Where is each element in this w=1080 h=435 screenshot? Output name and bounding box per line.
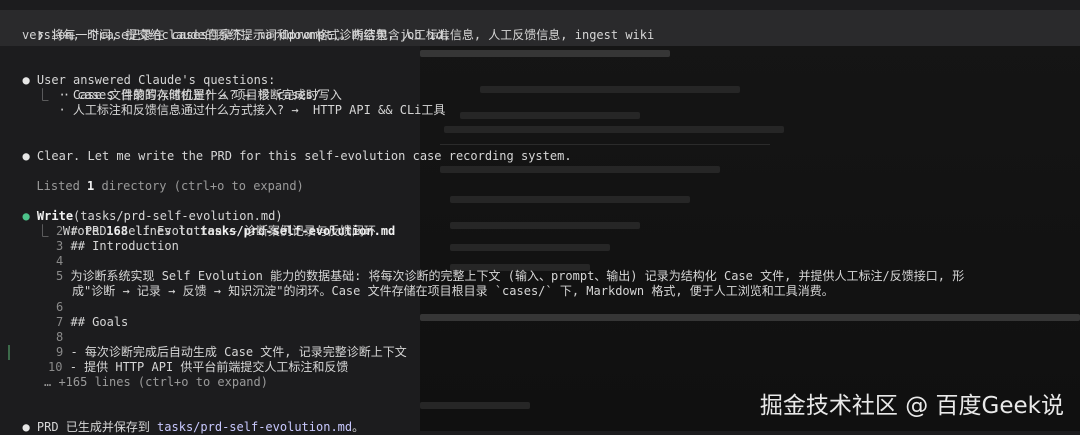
- line-number: 8: [56, 330, 64, 344]
- file-line: 8: [56, 330, 70, 345]
- prompt-line-2: version, 时间, 提交给claude的系统提示词和prompt,诊断结果…: [22, 28, 655, 42]
- line-number: 6: [56, 300, 64, 314]
- clear-row: ● Clear. Let me write the PRD for this s…: [8, 134, 572, 164]
- listed-suffix: directory (ctrl+o to expand): [94, 179, 304, 193]
- line-number: 4: [56, 254, 64, 268]
- done-prefix: PRD 已生成并保存到: [36, 420, 158, 434]
- line-text: ## Goals: [70, 315, 129, 329]
- file-line: 3 ## Introduction: [56, 239, 179, 254]
- line-text: - 提供 HTTP API 供平台前端提交人工标注和反馈: [69, 360, 349, 374]
- line-number: 5: [56, 269, 64, 283]
- bullet-icon: ●: [22, 420, 30, 434]
- listed-row[interactable]: Listed 1 directory (ctrl+o to expand): [22, 164, 304, 194]
- line-number: 9: [56, 345, 64, 359]
- bullet-icon: ●: [22, 149, 30, 163]
- listed-prefix: Listed: [36, 179, 88, 193]
- watermark: 掘金技术社区 @ 百度Geek说: [759, 393, 1064, 419]
- file-line: 7 ## Goals: [56, 315, 128, 330]
- done-path[interactable]: tasks/prd-self-evolution.md: [157, 420, 352, 434]
- diff-gutter-mark: [8, 345, 10, 360]
- line-number: 7: [56, 315, 64, 329]
- done-suffix: 。: [352, 420, 365, 434]
- line-text: - 每次诊断完成后自动生成 Case 文件, 记录完整诊断上下文: [70, 345, 407, 359]
- answer-3: · 人工标注和反馈信息通过什么方式接入? → HTTP API && CLi工具: [44, 103, 446, 117]
- expand-more[interactable]: … +165 lines (ctrl+o to expand): [44, 375, 268, 390]
- answer-2: · Case 文件的写入时机是什么? → 诊断完成时写入: [44, 88, 342, 102]
- clear-message: Clear. Let me write the PRD for this sel…: [36, 149, 572, 163]
- corner-icon: ⎿: [36, 224, 49, 238]
- file-line: 4: [56, 254, 70, 269]
- file-line: 6: [56, 300, 70, 315]
- line-text: 为诊断系统实现 Self Evolution 能力的数据基础: 将每次诊断的完整…: [70, 269, 965, 283]
- file-line-wrap: 成"诊断 → 记录 → 反馈 → 知识沉淀"的闭环。Case 文件存储在项目根目…: [72, 284, 834, 299]
- line-number: 3: [56, 239, 64, 253]
- file-line: 2 # PRD: Self Evolution — 诊断案例记录与反馈闭环: [56, 224, 376, 239]
- file-line: 10 - 提供 HTTP API 供平台前端提交人工标注和反馈: [48, 360, 348, 375]
- user-prompt-block: ❯ 将每一个case记录在 cases目录下, marddown格式。内容包含j…: [0, 10, 1080, 46]
- line-number: 2: [56, 224, 64, 238]
- file-line: 5 为诊断系统实现 Self Evolution 能力的数据基础: 将每次诊断的…: [56, 269, 964, 284]
- line-text: ## Introduction: [70, 239, 179, 253]
- line-number: 10: [48, 360, 63, 374]
- line-text: # PRD: Self Evolution — 诊断案例记录与反馈闭环: [70, 224, 376, 238]
- background-window: [420, 36, 1080, 431]
- line-text: 成"诊断 → 记录 → 反馈 → 知识沉淀"的闭环。Case 文件存储在项目根目…: [72, 284, 834, 298]
- file-line: 9 - 每次诊断完成后自动生成 Case 文件, 记录完整诊断上下文: [56, 345, 407, 360]
